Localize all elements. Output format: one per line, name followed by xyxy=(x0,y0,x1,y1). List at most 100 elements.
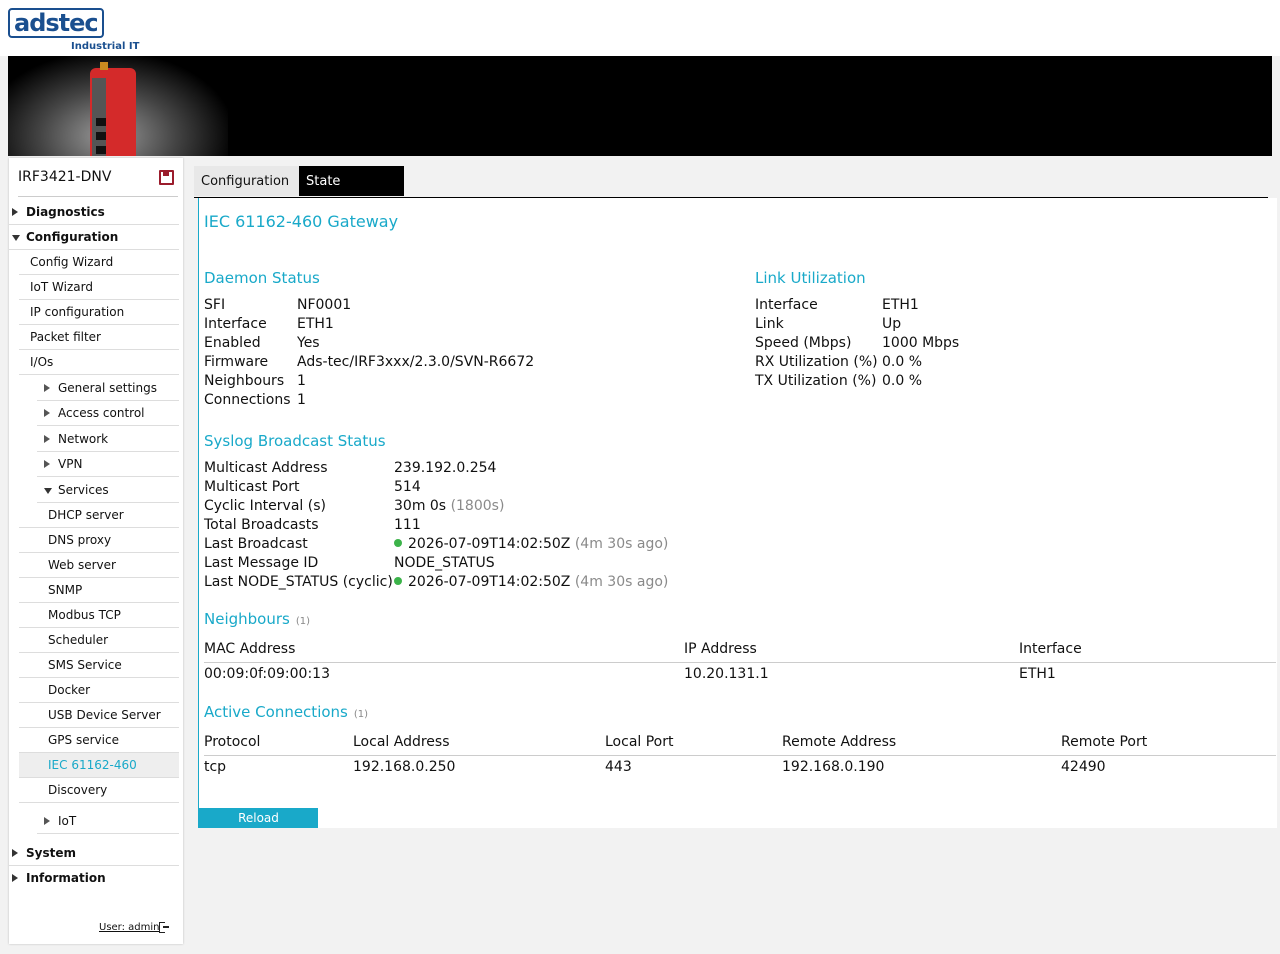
link-value-speed: 1000 Mbps xyxy=(882,335,960,351)
syslog-value-multicast-address: 239.192.0.254 xyxy=(394,460,497,476)
daemon-value-firmware: Ads-tec/IRF3xxx/2.3.0/SVN-R6672 xyxy=(297,354,535,370)
sidebar-item-ios[interactable]: I/Os xyxy=(19,350,179,375)
column-header: Remote Port xyxy=(1061,734,1148,750)
syslog-label-multicast-address: Multicast Address xyxy=(204,460,328,476)
collapse-arrow-icon xyxy=(12,235,20,241)
expand-arrow-icon xyxy=(44,817,50,825)
table-cell: 10.20.131.1 xyxy=(684,666,769,682)
sidebar-header: IRF3421-DNV xyxy=(18,166,178,197)
column-header: Local Port xyxy=(605,734,674,750)
sidebar-item-services[interactable]: Services xyxy=(37,478,179,503)
sidebar-item-packet-filter[interactable]: Packet filter xyxy=(19,325,179,350)
column-header: Remote Address xyxy=(782,734,897,750)
link-label-interface: Interface xyxy=(755,297,818,313)
syslog-broadcast-heading: Syslog Broadcast Status xyxy=(204,432,386,450)
sidebar-item-iec-61162-460[interactable]: IEC 61162-460 xyxy=(19,753,179,778)
sidebar-item-vpn[interactable]: VPN xyxy=(37,452,179,477)
daemon-value-interface: ETH1 xyxy=(297,316,334,332)
link-label-speed: Speed (Mbps) xyxy=(755,335,852,351)
table-cell: ETH1 xyxy=(1019,666,1056,682)
reload-button[interactable]: Reload xyxy=(199,808,318,828)
table-cell: 192.168.0.190 xyxy=(782,759,885,775)
sidebar-item-discovery[interactable]: Discovery xyxy=(19,778,179,803)
expand-arrow-icon xyxy=(12,849,18,857)
status-ok-dot-icon xyxy=(394,539,402,547)
state-panel: IEC 61162-460 Gateway Daemon Status SFI … xyxy=(198,198,1277,828)
table-cell: 443 xyxy=(605,759,632,775)
sidebar-item-gps-service[interactable]: GPS service xyxy=(19,728,179,753)
daemon-label-firmware: Firmware xyxy=(204,354,269,370)
table-cell: 00:09:0f:09:00:13 xyxy=(204,666,330,682)
daemon-label-connections: Connections xyxy=(204,392,291,408)
link-label-link: Link xyxy=(755,316,784,332)
logout-icon[interactable] xyxy=(159,922,169,933)
top-bar: adstec Industrial IT xyxy=(0,0,1280,56)
sidebar-item-usb-device-server[interactable]: USB Device Server xyxy=(19,703,179,728)
sidebar-item-iot-wizard[interactable]: IoT Wizard xyxy=(19,275,179,300)
save-icon[interactable] xyxy=(159,170,174,185)
expand-arrow-icon xyxy=(44,409,50,417)
sidebar-item-diagnostics[interactable]: Diagnostics xyxy=(9,200,179,225)
expand-arrow-icon xyxy=(44,460,50,468)
daemon-label-neighbours: Neighbours xyxy=(204,373,285,389)
syslog-value-total-broadcasts: 111 xyxy=(394,517,421,533)
logo-text: adstec xyxy=(8,8,104,38)
daemon-status-heading: Daemon Status xyxy=(204,269,320,287)
user-link[interactable]: User: admin xyxy=(99,922,160,933)
logo-subtitle: Industrial IT xyxy=(71,41,140,52)
column-header: MAC Address xyxy=(204,641,296,657)
status-ok-dot-icon xyxy=(394,577,402,585)
expand-arrow-icon xyxy=(44,435,50,443)
daemon-label-sfi: SFI xyxy=(204,297,226,313)
expand-arrow-icon xyxy=(12,208,18,216)
syslog-label-last-broadcast: Last Broadcast xyxy=(204,536,308,552)
column-header: IP Address xyxy=(684,641,757,657)
link-label-tx: TX Utilization (%) xyxy=(755,373,877,389)
sidebar-item-access-control[interactable]: Access control xyxy=(37,401,179,426)
syslog-label-multicast-port: Multicast Port xyxy=(204,479,300,495)
syslog-value-last-broadcast: 2026-07-09T14:02:50Z (4m 30s ago) xyxy=(394,536,668,552)
tab-bar: Configuration State xyxy=(194,166,1268,198)
sidebar-item-web-server[interactable]: Web server xyxy=(19,553,179,578)
daemon-label-interface: Interface xyxy=(204,316,267,332)
sidebar-item-network[interactable]: Network xyxy=(37,427,179,452)
sidebar-item-configuration[interactable]: Configuration xyxy=(9,225,179,250)
router-device-image xyxy=(90,62,136,156)
tab-state[interactable]: State xyxy=(299,166,404,196)
syslog-label-cyclic-interval: Cyclic Interval (s) xyxy=(204,498,326,514)
sidebar-item-config-wizard[interactable]: Config Wizard xyxy=(19,250,179,275)
syslog-label-last-node-status: Last NODE_STATUS (cyclic) xyxy=(204,574,393,590)
link-value-link: Up xyxy=(882,316,902,332)
daemon-label-enabled: Enabled xyxy=(204,335,261,351)
sidebar-item-iot[interactable]: IoT xyxy=(37,809,179,834)
sidebar-item-snmp[interactable]: SNMP xyxy=(19,578,179,603)
tab-configuration[interactable]: Configuration xyxy=(194,166,299,196)
device-name: IRF3421-DNV xyxy=(18,169,112,185)
sidebar-item-ip-configuration[interactable]: IP configuration xyxy=(19,300,179,325)
expand-arrow-icon xyxy=(44,384,50,392)
link-value-interface: ETH1 xyxy=(882,297,919,313)
sidebar-item-system[interactable]: System xyxy=(9,841,179,866)
connections-count: (1) xyxy=(353,709,369,720)
sidebar-item-dns-proxy[interactable]: DNS proxy xyxy=(19,528,179,553)
table-cell: tcp xyxy=(204,759,227,775)
column-header: Local Address xyxy=(353,734,450,750)
table-cell: 42490 xyxy=(1061,759,1106,775)
expand-arrow-icon xyxy=(12,874,18,882)
sidebar-item-general-settings[interactable]: General settings xyxy=(37,376,179,401)
daemon-value-neighbours: 1 xyxy=(297,373,306,389)
syslog-value-last-node-status: 2026-07-09T14:02:50Z (4m 30s ago) xyxy=(394,574,668,590)
ads-tec-logo: adstec Industrial IT xyxy=(8,8,139,52)
active-connections-heading: Active Connections (1) xyxy=(204,703,369,721)
syslog-label-total-broadcasts: Total Broadcasts xyxy=(204,517,319,533)
collapse-arrow-icon xyxy=(44,488,52,494)
sidebar-item-dhcp-server[interactable]: DHCP server xyxy=(19,503,179,528)
sidebar-item-modbus-tcp[interactable]: Modbus TCP xyxy=(19,603,179,628)
sidebar-item-sms-service[interactable]: SMS Service xyxy=(19,653,179,678)
sidebar-item-scheduler[interactable]: Scheduler xyxy=(19,628,179,653)
daemon-value-enabled: Yes xyxy=(297,335,320,351)
sidebar-item-docker[interactable]: Docker xyxy=(19,678,179,703)
sidebar-item-information[interactable]: Information xyxy=(9,866,179,890)
syslog-value-multicast-port: 514 xyxy=(394,479,421,495)
link-label-rx: RX Utilization (%) xyxy=(755,354,878,370)
